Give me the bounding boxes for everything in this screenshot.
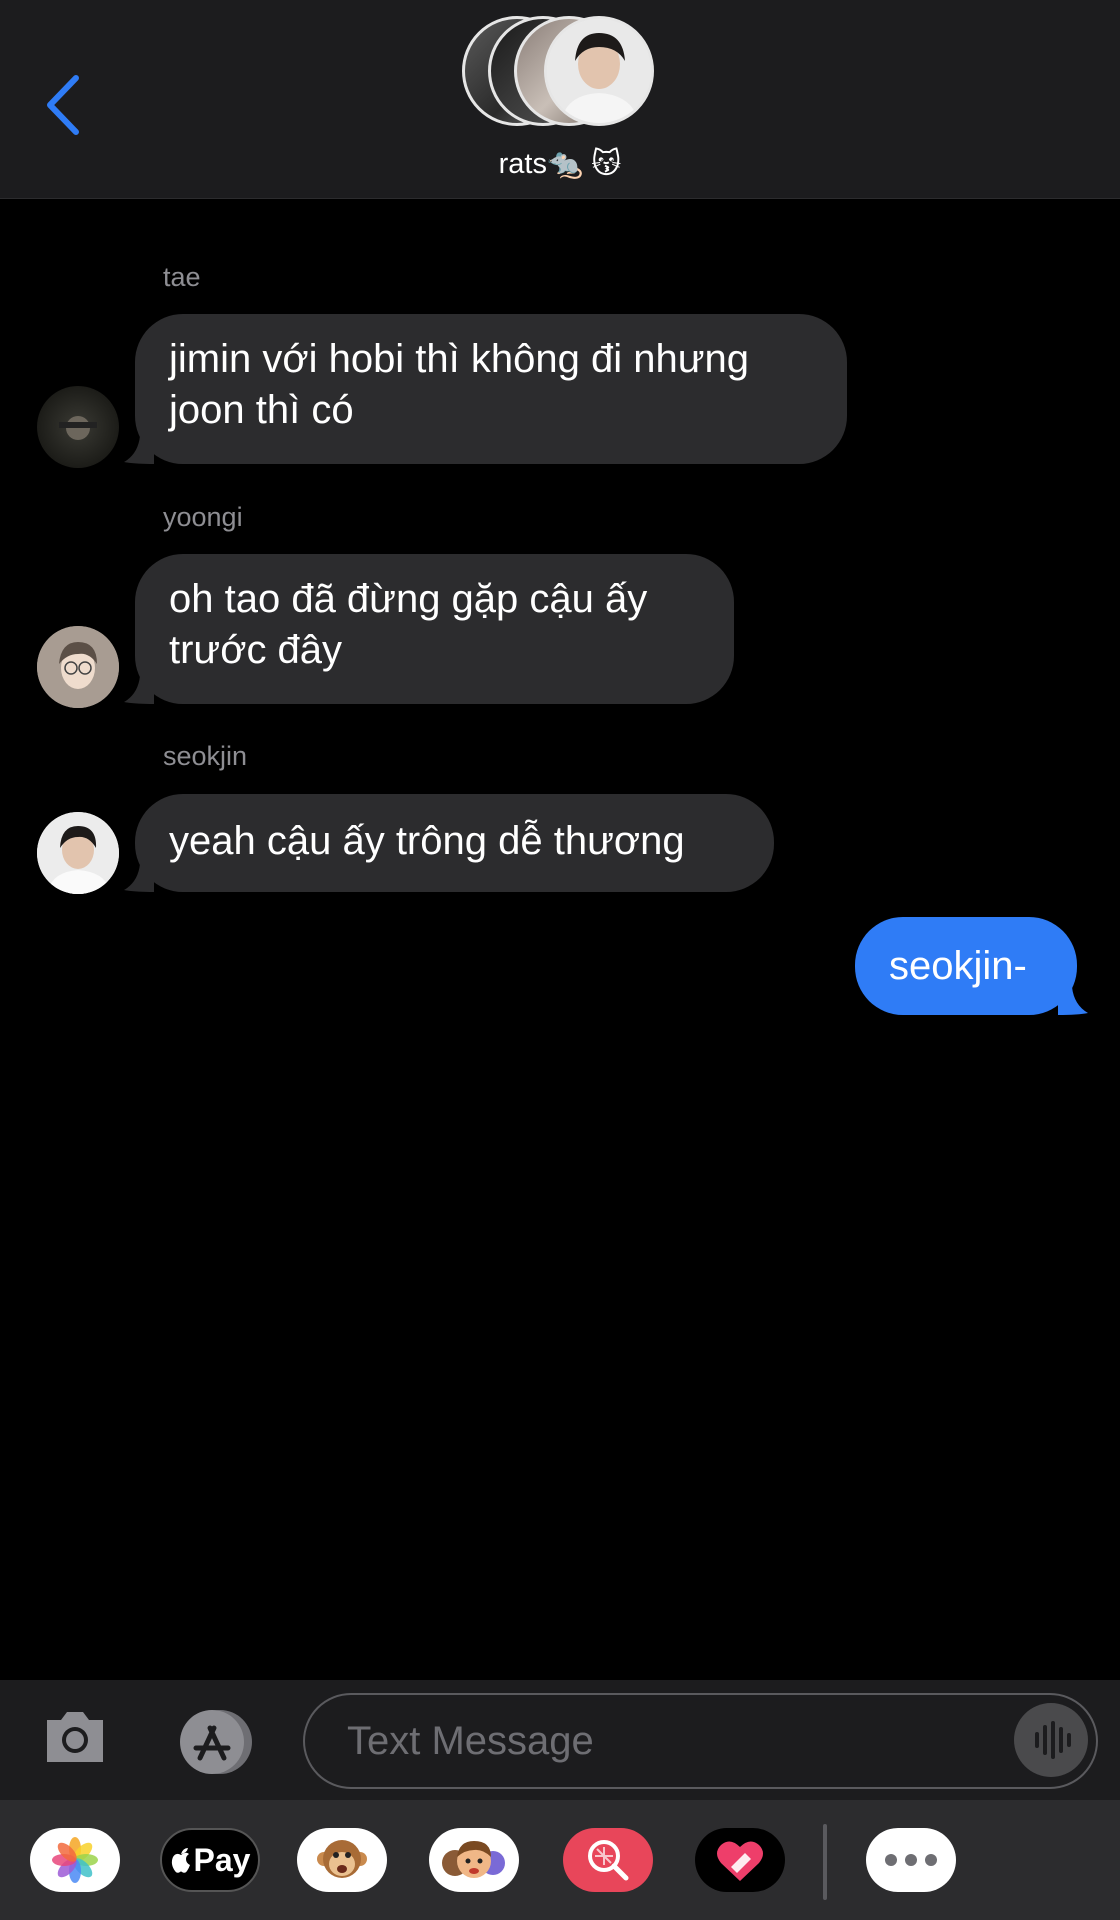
bubble-tail — [124, 676, 154, 704]
memoji-button[interactable] — [429, 1828, 519, 1892]
image-search-button[interactable] — [563, 1828, 653, 1892]
message-text-line: trước đây — [169, 628, 343, 672]
sender-name: tae — [163, 262, 201, 292]
avatar[interactable] — [37, 626, 119, 708]
message-bubble-incoming[interactable]: jimin với hobi thì không đi nhưng joon t… — [135, 314, 847, 464]
audio-message-button[interactable] — [1014, 1703, 1088, 1777]
more-apps-button[interactable] — [866, 1828, 956, 1892]
search-images-icon — [588, 1840, 629, 1881]
apple-pay-label: Pay — [193, 1841, 251, 1878]
animoji-button[interactable] — [297, 1828, 387, 1892]
message-text-line: jimin với hobi thì không đi nhưng — [169, 337, 749, 381]
waveform-icon — [1035, 1721, 1071, 1759]
chevron-left-icon — [47, 75, 79, 135]
message-bubble-incoming[interactable]: yeah cậu ấy trông dễ thương — [135, 794, 774, 892]
app-store-button[interactable] — [170, 1708, 262, 1776]
member-avatar-main — [544, 16, 654, 126]
apple-pay-icon — [171, 1848, 190, 1873]
group-name[interactable]: rats🐀 😽 — [0, 146, 1120, 181]
app-store-icon — [180, 1710, 252, 1774]
camera-icon — [47, 1712, 103, 1762]
avatar[interactable] — [37, 812, 119, 894]
bubble-tail — [124, 864, 154, 892]
sender-name: seokjin — [163, 741, 248, 771]
composer-bar — [0, 1680, 1120, 1800]
digital-touch-button[interactable] — [695, 1828, 785, 1892]
app-drawer: Pay — [0, 1800, 1120, 1920]
avatar[interactable] — [37, 386, 119, 468]
message-text-field[interactable] — [303, 1693, 1098, 1789]
group-avatar-stack[interactable] — [462, 16, 662, 130]
drawer-divider — [823, 1824, 827, 1900]
back-button[interactable] — [38, 70, 98, 140]
camera-button[interactable] — [43, 1708, 107, 1764]
bubble-tail — [124, 436, 154, 464]
photos-app-icon — [52, 1837, 98, 1883]
apple-pay-button[interactable]: Pay — [160, 1828, 260, 1892]
more-apps-icon — [885, 1854, 937, 1866]
animoji-monkey-icon — [317, 1840, 367, 1878]
memoji-icon — [442, 1841, 505, 1878]
message-text-line: joon thì có — [169, 388, 354, 432]
bubble-tail-outgoing — [1058, 987, 1088, 1015]
conversation-header: rats🐀 😽 — [0, 0, 1120, 199]
message-text-line: yeah cậu ấy trông dễ thương — [169, 819, 685, 863]
digital-touch-icon — [717, 1841, 763, 1881]
message-bubble-outgoing[interactable]: seokjin- — [855, 917, 1077, 1015]
message-text-line: oh tao đã đừng gặp cậu ấy — [169, 577, 648, 621]
message-bubble-incoming[interactable]: oh tao đã đừng gặp cậu ấy trước đây — [135, 554, 734, 704]
photos-app-button[interactable] — [30, 1828, 120, 1892]
message-input[interactable] — [345, 1695, 989, 1788]
sender-name: yoongi — [163, 502, 243, 532]
